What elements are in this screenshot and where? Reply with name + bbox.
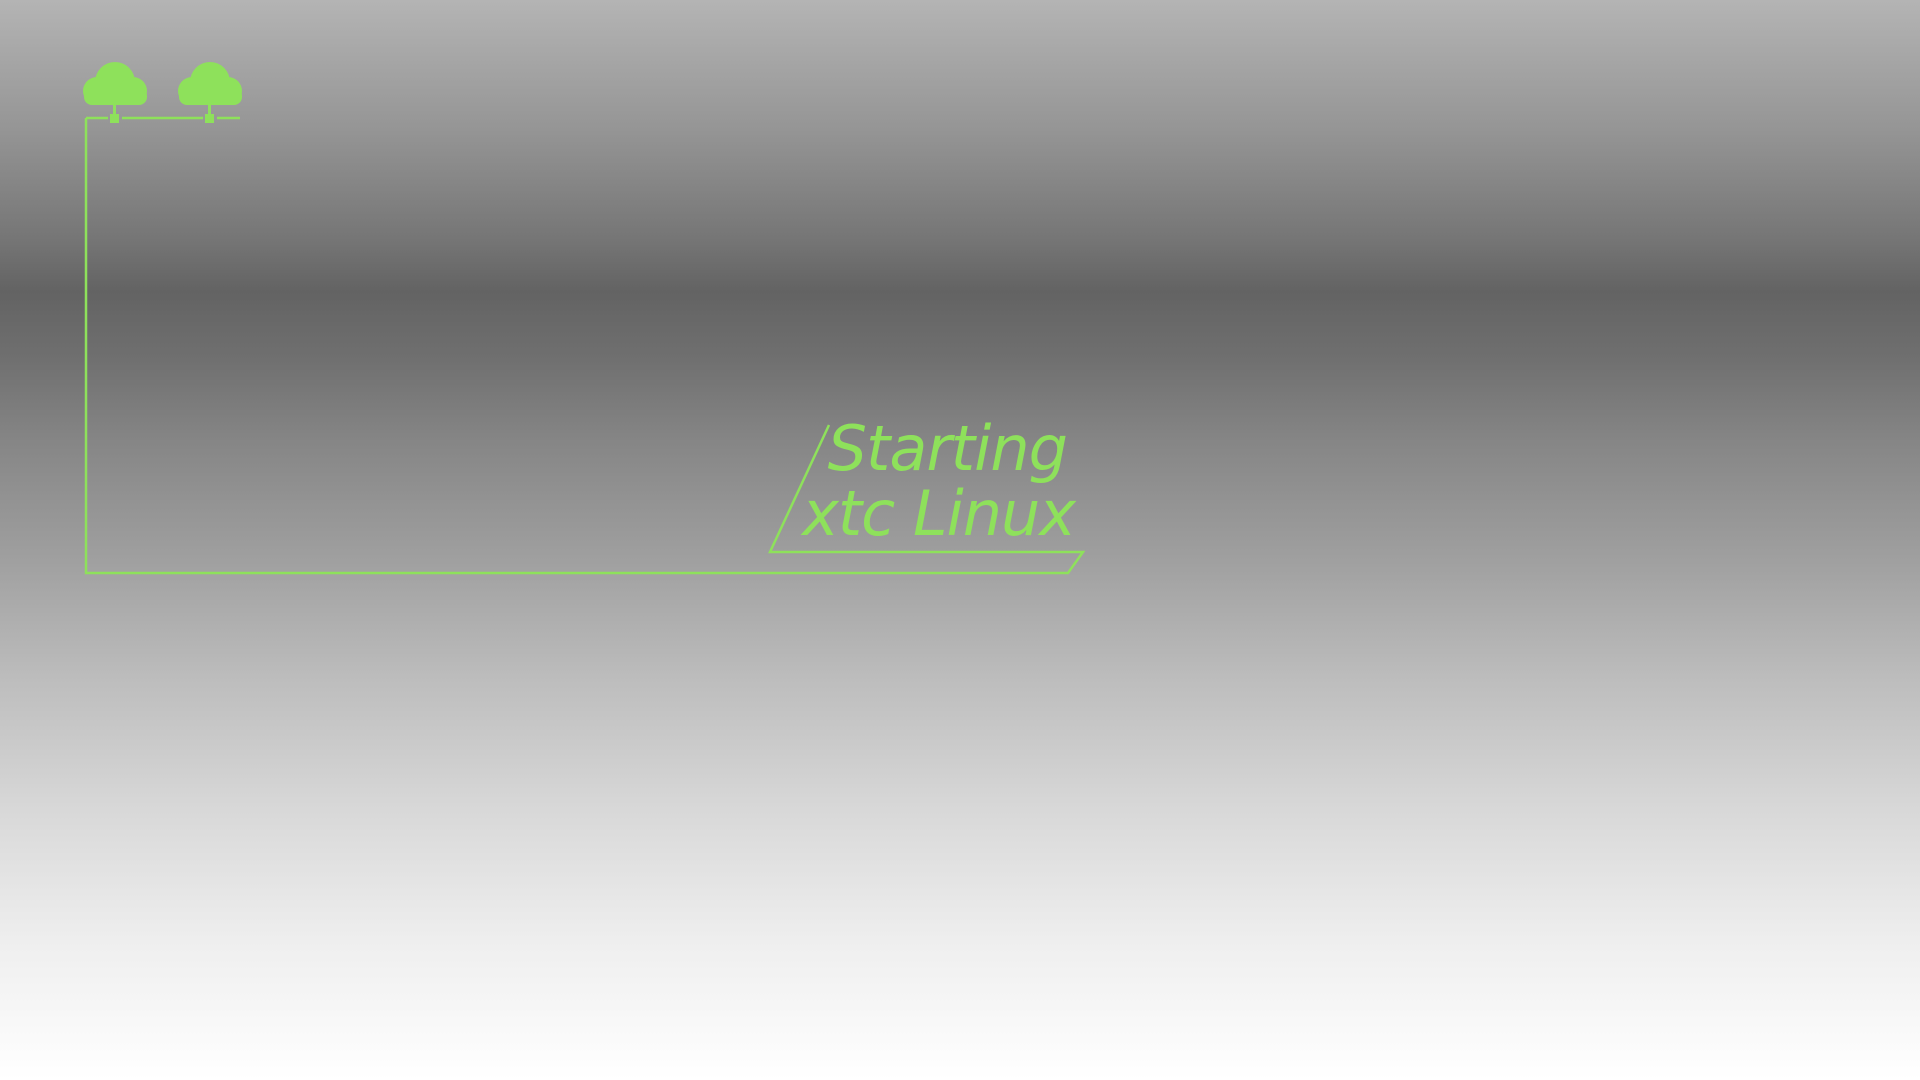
boot-title-line2: xtc Linux [800, 477, 1077, 550]
boot-splash: Starting xtc Linux [83, 62, 1086, 575]
boot-title-line1: Starting [828, 412, 1067, 485]
cloud-network-icon [83, 62, 147, 123]
cloud-network-icon [178, 62, 242, 123]
